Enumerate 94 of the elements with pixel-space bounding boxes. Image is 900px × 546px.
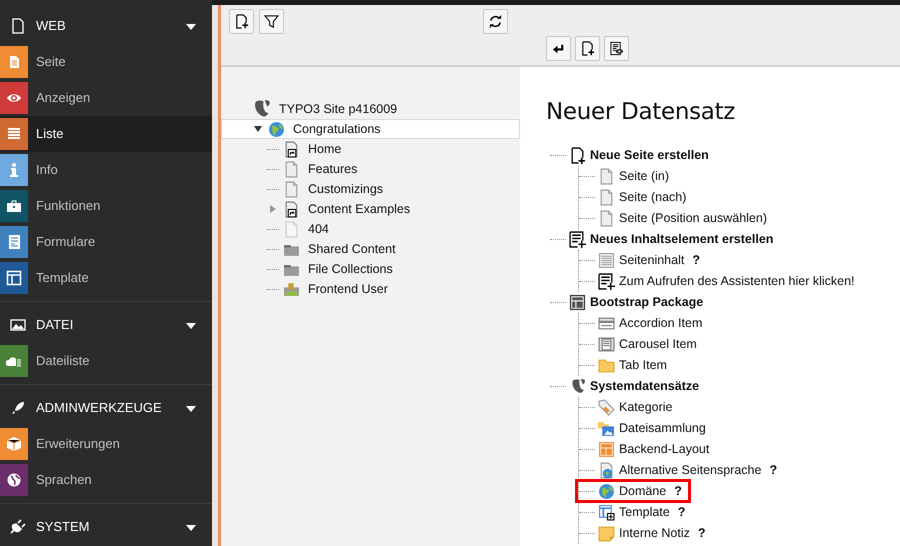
record-type-link[interactable]: Alternative Seitensprache <box>619 460 762 480</box>
note-icon <box>598 524 615 542</box>
module-group-label[interactable]: WEB <box>36 16 66 36</box>
filter-icon <box>264 14 279 29</box>
template-icon <box>598 504 615 521</box>
new-content-icon <box>598 272 615 290</box>
group-heading: Systemdatensätze <box>590 378 700 395</box>
file-collection-icon <box>598 420 615 437</box>
record-type-link[interactable]: Template <box>619 502 670 522</box>
folder-icon <box>598 356 615 374</box>
tree-node[interactable]: File Collections <box>221 259 520 279</box>
group-heading: Neues Inhaltselement erstellen <box>590 230 774 248</box>
expand-toggle-icon[interactable] <box>269 205 277 213</box>
plug-icon <box>10 519 26 535</box>
module-item[interactable]: Dateiliste <box>0 343 212 379</box>
module-item[interactable]: Liste <box>0 116 212 152</box>
record-type-link[interactable]: Kategorie <box>619 398 673 416</box>
page-icon <box>283 160 300 178</box>
list-view-button[interactable] <box>604 36 629 61</box>
new-page-icon <box>234 14 249 29</box>
record-type-link[interactable]: Seiteninhalt <box>619 250 684 270</box>
return-arrow-button[interactable] <box>546 36 571 61</box>
user-folder-icon <box>283 280 300 298</box>
record-type-link[interactable]: Accordion Item <box>619 314 702 332</box>
module-item[interactable]: Anzeigen <box>0 80 212 116</box>
module-item[interactable]: Info <box>0 152 212 188</box>
caret-icon[interactable] <box>186 524 196 531</box>
tree-node[interactable]: Home <box>221 139 520 159</box>
globe-icon <box>598 482 615 500</box>
page-icon <box>598 188 615 206</box>
module-item[interactable]: Template <box>0 260 212 296</box>
expand-toggle-icon[interactable] <box>254 125 262 133</box>
shortcut-page-icon <box>283 200 300 218</box>
layout-icon <box>598 440 615 458</box>
refresh-icon <box>488 14 503 29</box>
record-type-link[interactable]: Domäne <box>619 482 666 500</box>
tree-node[interactable]: Content Examples <box>221 199 520 219</box>
help-mark[interactable]: ? <box>692 250 700 270</box>
page-icon <box>598 168 615 185</box>
carousel-icon <box>598 336 615 353</box>
accordion-icon <box>598 314 615 332</box>
new-content-icon <box>569 230 586 248</box>
module-item[interactable]: Seite <box>0 44 212 80</box>
record-type-link[interactable]: Seite (nach) <box>619 188 686 206</box>
tree-node[interactable]: Customizings <box>221 179 520 199</box>
group-heading: Neue Seite erstellen <box>590 146 709 164</box>
record-type-link[interactable]: Seite (in) <box>619 166 670 186</box>
module-item[interactable]: Funktionen <box>0 188 212 224</box>
record-type-link[interactable]: Carousel Item <box>619 334 697 354</box>
group-heading: Bootstrap Package <box>590 294 704 311</box>
filter-button[interactable] <box>259 9 284 34</box>
page-icon <box>10 18 26 34</box>
refresh-button[interactable] <box>483 9 508 34</box>
module-item[interactable]: Sprachen <box>0 462 212 498</box>
help-mark[interactable]: ? <box>698 524 706 542</box>
page-icon <box>598 210 615 227</box>
caret-icon[interactable] <box>186 406 196 412</box>
caret-icon[interactable] <box>186 24 196 30</box>
tree-node[interactable]: Congratulations <box>221 119 520 139</box>
new-page-icon <box>569 146 586 164</box>
module-group-label[interactable]: DATEI <box>36 315 74 335</box>
record-type-link[interactable]: Tab Item <box>619 356 667 374</box>
tree-node[interactable]: TYPO3 Site p416009 <box>221 99 520 119</box>
list-view-icon <box>609 41 624 56</box>
module-group-label[interactable]: SYSTEM <box>36 517 90 537</box>
new-page-button[interactable] <box>575 36 600 61</box>
tree-node[interactable]: Frontend User <box>221 279 520 299</box>
new-page-icon <box>580 41 595 56</box>
record-type-link[interactable]: Interne Notiz <box>619 524 690 542</box>
page-icon <box>283 180 300 198</box>
new-page-button[interactable] <box>229 9 254 34</box>
module-group-label[interactable]: ADMINWERKZEUGE <box>36 398 162 418</box>
layout-icon <box>569 294 586 311</box>
record-type-link[interactable]: Backend-Layout <box>619 440 710 458</box>
record-type-link[interactable]: Dateisammlung <box>619 418 706 438</box>
image-icon <box>10 317 26 333</box>
caret-icon[interactable] <box>186 322 196 329</box>
help-mark[interactable]: ? <box>674 482 682 500</box>
page-icon <box>283 220 300 238</box>
record-type-link[interactable]: Zum Aufrufen des Assistenten hier klicken! <box>619 272 855 290</box>
record-type-link[interactable]: Seite (Position auswählen) <box>619 208 767 228</box>
content-icon <box>598 252 615 269</box>
shortcut-page-icon <box>283 140 300 158</box>
help-mark[interactable]: ? <box>678 502 686 522</box>
page-title: Neuer Datensatz <box>546 99 736 127</box>
tag-icon <box>598 398 615 416</box>
globe-icon <box>268 120 285 138</box>
module-item[interactable]: Formulare <box>0 224 212 260</box>
tree-node[interactable]: Shared Content <box>221 239 520 259</box>
page-globe-icon <box>598 462 615 479</box>
help-mark[interactable]: ? <box>769 460 778 480</box>
tree-node[interactable]: 404 <box>221 219 520 239</box>
tree-node[interactable]: Features <box>221 159 520 179</box>
module-item[interactable]: Erweiterungen <box>0 426 212 462</box>
